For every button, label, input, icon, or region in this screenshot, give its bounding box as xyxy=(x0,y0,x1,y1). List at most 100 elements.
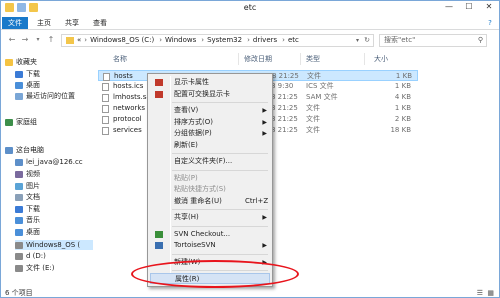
breadcrumb-windows[interactable]: Windows xyxy=(165,35,196,46)
search-icon[interactable]: ⚲ xyxy=(478,35,483,46)
sidebar-item-label: 文档 xyxy=(26,193,40,201)
menu-separator xyxy=(172,102,268,103)
sidebar-item[interactable]: Windows8_OS ( xyxy=(15,240,93,250)
refresh-icon[interactable]: ↻ xyxy=(364,35,370,46)
sidebar-item-label: 文件 (E:) xyxy=(26,264,55,272)
details-view-icon[interactable]: ☰ xyxy=(477,287,483,297)
large-icons-view-icon[interactable]: ▦ xyxy=(487,287,494,297)
tab-file[interactable]: 文件 xyxy=(2,17,28,29)
menu-item[interactable]: TortoiseSVN ▶ xyxy=(150,240,270,251)
sidebar-item[interactable]: 最近访问的位置 xyxy=(15,91,75,101)
menu-item-label: 配置可交换显示卡 xyxy=(174,89,230,98)
column-header-date[interactable]: 修改日期 xyxy=(244,54,272,64)
menu-item[interactable]: 显示卡属性 xyxy=(150,77,270,88)
sidebar-item[interactable]: 家庭组 xyxy=(5,117,37,127)
sidebar-item[interactable]: 下载 xyxy=(15,204,40,214)
sidebar-item-icon xyxy=(15,252,23,260)
menu-item[interactable]: 刷新(E) xyxy=(150,140,270,151)
file-size: 1 KB xyxy=(394,82,411,90)
sidebar-item[interactable]: 收藏夹 xyxy=(5,57,37,67)
file-name: protocol xyxy=(113,115,142,123)
file-size: 18 KB xyxy=(390,126,411,134)
sidebar-item[interactable]: d (D:) xyxy=(15,251,46,261)
sidebar-item[interactable]: 下载 xyxy=(15,69,40,79)
address-root-marker[interactable]: « xyxy=(77,35,81,46)
menu-item[interactable]: 配置可交换显示卡 xyxy=(150,89,270,100)
tab-home[interactable]: 主页 xyxy=(33,17,55,29)
menu-separator xyxy=(172,225,268,227)
maximize-button[interactable]: ☐ xyxy=(459,1,479,13)
sidebar-item[interactable]: lei_java@126.cc xyxy=(15,157,83,167)
sidebar-item-label: 家庭组 xyxy=(16,118,37,126)
search-input[interactable]: 搜索"etc" ⚲ xyxy=(379,34,487,47)
breadcrumb-system32[interactable]: System32 xyxy=(207,35,242,46)
sidebar-item-icon xyxy=(15,92,23,100)
help-icon[interactable]: ? xyxy=(485,17,495,29)
address-dropdown-icon[interactable]: ▾ xyxy=(356,35,359,46)
explorer-window: etc — ☐ ✕ 文件 主页 共享 查看 ? ← → ▾ ↑ « › Wind… xyxy=(0,0,500,298)
sidebar-item-icon xyxy=(15,170,23,178)
sidebar-item-label: 收藏夹 xyxy=(16,58,37,66)
sidebar-item[interactable]: 桌面 xyxy=(15,227,40,237)
menu-item[interactable]: 粘贴(P) xyxy=(150,173,270,184)
menu-item[interactable]: 查看(V) ▶ xyxy=(150,105,270,116)
menu-item-label: 刷新(E) xyxy=(174,140,198,149)
menu-item-label: 撤消 重命名(U) xyxy=(174,196,222,205)
up-button[interactable]: ↑ xyxy=(46,35,56,45)
file-size: 4 KB xyxy=(394,93,411,101)
menu-item[interactable]: 自定义文件夹(F)... xyxy=(150,156,270,167)
file-type: 文件 xyxy=(306,115,320,123)
menu-item[interactable]: 分组依据(P) ▶ xyxy=(150,128,270,139)
sidebar-item-label: 视频 xyxy=(26,170,40,178)
menu-separator xyxy=(172,209,268,210)
menu-item[interactable]: 共享(H) ▶ xyxy=(150,212,270,223)
column-header-name[interactable]: 名称 xyxy=(113,54,127,64)
address-bar[interactable]: « › Windows8_OS (C:) › Windows › System3… xyxy=(61,34,374,47)
sidebar-item-label: d (D:) xyxy=(26,252,46,260)
submenu-arrow-icon: ▶ xyxy=(262,242,267,249)
sidebar-item[interactable]: 这台电脑 xyxy=(5,145,44,155)
tab-share[interactable]: 共享 xyxy=(61,17,83,29)
sidebar-item-icon xyxy=(5,118,13,126)
menu-item-label: 自定义文件夹(F)... xyxy=(174,157,233,165)
file-icon xyxy=(102,116,109,124)
breadcrumb-etc[interactable]: etc xyxy=(288,35,299,46)
forward-button[interactable]: → xyxy=(20,35,30,45)
sidebar-item[interactable]: 音乐 xyxy=(15,215,40,225)
menu-separator xyxy=(172,169,268,171)
sidebar-item[interactable]: 桌面 xyxy=(15,80,40,90)
submenu-arrow-icon: ▶ xyxy=(262,107,267,114)
menu-separator xyxy=(172,253,268,255)
menu-item-label: 查看(V) xyxy=(174,106,199,114)
back-button[interactable]: ← xyxy=(7,35,17,45)
menu-item[interactable]: 粘贴快捷方式(S) xyxy=(150,184,270,195)
sidebar-item-icon xyxy=(15,70,23,78)
file-type: SAM 文件 xyxy=(306,93,338,101)
submenu-arrow-icon: ▶ xyxy=(262,214,267,221)
sidebar-item[interactable]: 图片 xyxy=(15,181,40,191)
column-header-size[interactable]: 大小 xyxy=(374,54,388,64)
menu-item[interactable]: 排序方式(O) ▶ xyxy=(150,117,270,128)
sidebar-item[interactable]: 文档 xyxy=(15,192,40,202)
menu-item[interactable]: SVN Checkout... xyxy=(150,229,270,240)
sidebar-item-icon xyxy=(15,158,23,166)
folder-icon xyxy=(66,37,74,44)
sidebar-item-icon xyxy=(15,228,23,236)
breadcrumb-drive[interactable]: Windows8_OS (C:) xyxy=(90,35,154,46)
minimize-button[interactable]: — xyxy=(439,1,459,13)
menu-item-label: 分组依据(P) xyxy=(174,129,212,137)
sidebar-item[interactable]: 视频 xyxy=(15,169,40,179)
tab-view[interactable]: 查看 xyxy=(89,17,111,29)
file-type: 文件 xyxy=(306,126,320,134)
recent-locations-icon[interactable]: ▾ xyxy=(33,35,43,45)
file-size: 1 KB xyxy=(394,104,411,112)
sidebar-item[interactable]: 文件 (E:) xyxy=(15,263,54,273)
item-count: 6 个项目 xyxy=(5,289,33,297)
breadcrumb-drivers[interactable]: drivers xyxy=(253,35,277,46)
menu-item[interactable]: 撤消 重命名(U) Ctrl+Z xyxy=(150,196,270,207)
sidebar-item-icon xyxy=(15,182,23,190)
column-header-type[interactable]: 类型 xyxy=(306,54,320,64)
tortoisesvn-icon xyxy=(155,242,163,249)
close-button[interactable]: ✕ xyxy=(479,1,499,13)
menu-item-label: 粘贴快捷方式(S) xyxy=(174,185,226,193)
